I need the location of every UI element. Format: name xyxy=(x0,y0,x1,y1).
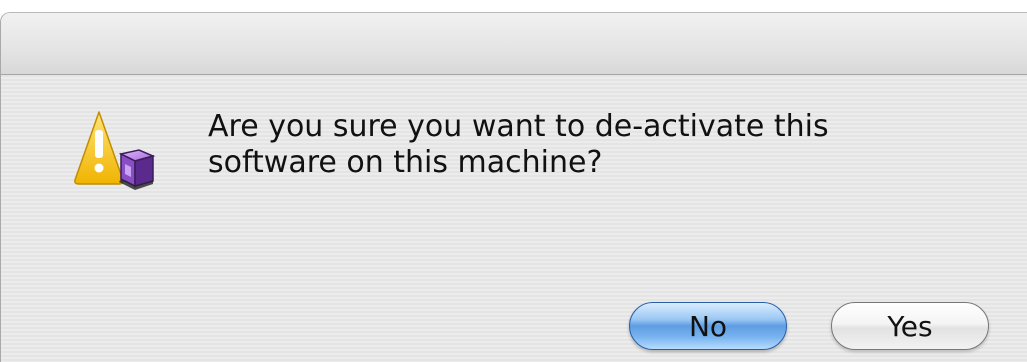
dialog-titlebar[interactable] xyxy=(1,13,1027,75)
dialog-message-line-2: software on this machine? xyxy=(208,145,603,180)
dialog-message: Are you sure you want to de-activate thi… xyxy=(208,109,968,181)
no-button[interactable]: No xyxy=(629,302,787,350)
no-button-label: No xyxy=(688,309,728,343)
yes-button[interactable]: Yes xyxy=(831,302,989,350)
dialog-message-line-1: Are you sure you want to de-activate thi… xyxy=(208,109,829,144)
caution-icon xyxy=(73,108,161,192)
yes-button-label: Yes xyxy=(887,309,933,343)
alert-dialog: Are you sure you want to de-activate thi… xyxy=(0,12,1027,362)
